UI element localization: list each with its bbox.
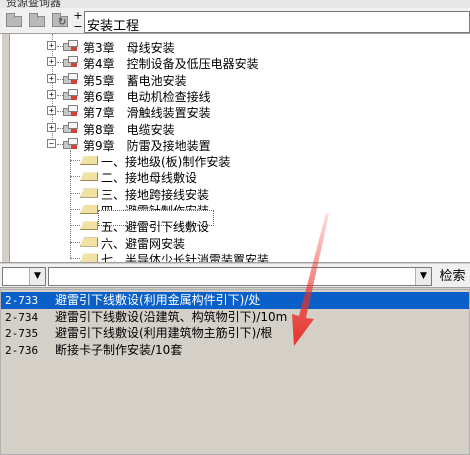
result-row[interactable]: 2-736 断接卡子制作安装/10套 xyxy=(1,342,469,359)
expand-icon[interactable]: + xyxy=(47,89,56,99)
chapter-book-icon xyxy=(63,121,79,134)
folder-refresh-icon[interactable]: ↻ xyxy=(50,11,70,31)
chevron-down-icon[interactable]: ▼ xyxy=(415,268,431,285)
window-title: 资源查询器 xyxy=(6,0,61,8)
toolbar: ↻ + − 安装工程 xyxy=(0,8,470,34)
section-folder-icon xyxy=(80,253,98,262)
expand-icon[interactable]: + xyxy=(47,106,56,116)
tree-section-node[interactable]: 二、接地母线敷设 xyxy=(0,168,470,185)
tree-chapter-node[interactable]: + 第8章 电缆安装 xyxy=(0,120,470,137)
tree-connector xyxy=(70,176,80,178)
tree-section-label: 七、半导体少长针消雷装置安装 xyxy=(101,252,270,263)
collapse-icon[interactable]: − xyxy=(47,138,56,148)
window-title-bar: 资源查询器 xyxy=(0,0,470,8)
result-name: 避雷引下线敷设(利用金属构件引下)/处 xyxy=(55,293,261,307)
expand-icon[interactable]: + xyxy=(47,57,56,67)
keyword-input[interactable]: ▼ xyxy=(48,267,432,286)
tree-section-node[interactable]: 六、避雷网安装 xyxy=(0,234,470,251)
resource-tree[interactable]: + 第3章 母线安装 + 第4章 控制设备及低压电器安装 + 第5章 蓄电池安装 + 第6章 … xyxy=(0,34,470,263)
section-folder-icon xyxy=(80,188,98,198)
chevron-down-icon[interactable]: ▼ xyxy=(29,268,45,285)
tree-connector xyxy=(70,192,80,194)
result-row[interactable]: 2-735 避雷引下线敷设(利用建筑物主筋引下)/根 xyxy=(1,325,469,342)
category-select[interactable]: ▼ xyxy=(2,267,46,286)
result-code: 2-735 xyxy=(5,327,39,340)
open-folder-icon[interactable] xyxy=(4,11,24,31)
expand-icon[interactable]: + xyxy=(47,73,56,83)
chapter-book-icon xyxy=(63,105,79,117)
expand-icon[interactable]: + xyxy=(47,122,56,132)
tree-connector xyxy=(70,160,80,162)
tree-connector xyxy=(70,225,80,227)
tree-section-node[interactable]: 一、接地级(板)制作安装 xyxy=(0,152,470,169)
result-name: 避雷引下线敷设(利用建筑物主筋引下)/根 xyxy=(55,326,273,340)
tree-connector xyxy=(70,241,80,243)
result-row[interactable]: 2-734 避雷引下线敷设(沿建筑、构筑物引下)/10m xyxy=(1,309,469,326)
section-folder-icon xyxy=(80,156,98,166)
tree-connector xyxy=(70,209,80,210)
tree-section-node[interactable]: 三、接地跨接线安装 xyxy=(0,185,470,202)
tree-chapter-node[interactable]: + 第4章 控制设备及低压电器安装 xyxy=(0,54,470,71)
collapse-all-button[interactable]: − xyxy=(72,21,84,33)
folder-icon[interactable] xyxy=(27,11,47,31)
tree-chapter-node[interactable]: + 第5章 蓄电池安装 xyxy=(0,71,470,88)
result-name: 避雷引下线敷设(沿建筑、构筑物引下)/10m xyxy=(55,309,288,324)
tree-connector xyxy=(70,257,80,259)
result-code: 2-733 xyxy=(5,294,39,307)
section-folder-icon xyxy=(80,205,98,214)
result-code: 2-736 xyxy=(5,343,39,357)
chapter-book-icon xyxy=(63,137,79,150)
tree-chapter-node[interactable]: + 第7章 滑触线装置安装 xyxy=(0,103,470,120)
tree-chapter-node[interactable]: + 第6章 电动机检查接线 xyxy=(0,87,470,104)
expand-icon[interactable]: + xyxy=(47,41,56,50)
tree-section-node[interactable]: 五、避雷引下线敷设 xyxy=(0,217,470,235)
section-folder-icon xyxy=(80,172,98,182)
section-folder-icon xyxy=(80,237,98,247)
result-name: 断接卡子制作安装/10套 xyxy=(55,342,183,357)
tree-section-node[interactable]: 七、半导体少长针消雷装置安装 xyxy=(0,250,470,263)
result-row[interactable]: 2-733 避雷引下线敷设(利用金属构件引下)/处 xyxy=(1,292,469,309)
root-category-field[interactable]: 安装工程 xyxy=(84,11,470,34)
search-button[interactable]: 检索 xyxy=(435,267,470,286)
tree-section-node[interactable]: 四、避雷针制作安装 xyxy=(0,201,470,218)
results-list[interactable]: 2-733 避雷引下线敷设(利用金属构件引下)/处 2-734 避雷引下线敷设(沿建筑… xyxy=(0,289,470,455)
chapter-book-icon xyxy=(63,40,79,52)
chapter-book-icon xyxy=(63,56,79,68)
section-folder-icon xyxy=(80,221,98,231)
chapter-book-icon xyxy=(63,88,79,101)
chapter-book-icon xyxy=(63,72,79,85)
result-code: 2-734 xyxy=(5,310,39,324)
tree-section-label: 五、避雷引下线敷设 xyxy=(101,220,210,235)
search-bar: ▼ ▼ 检索 xyxy=(0,264,470,288)
tree-chapter-node[interactable]: + 第3章 母线安装 xyxy=(0,38,470,55)
